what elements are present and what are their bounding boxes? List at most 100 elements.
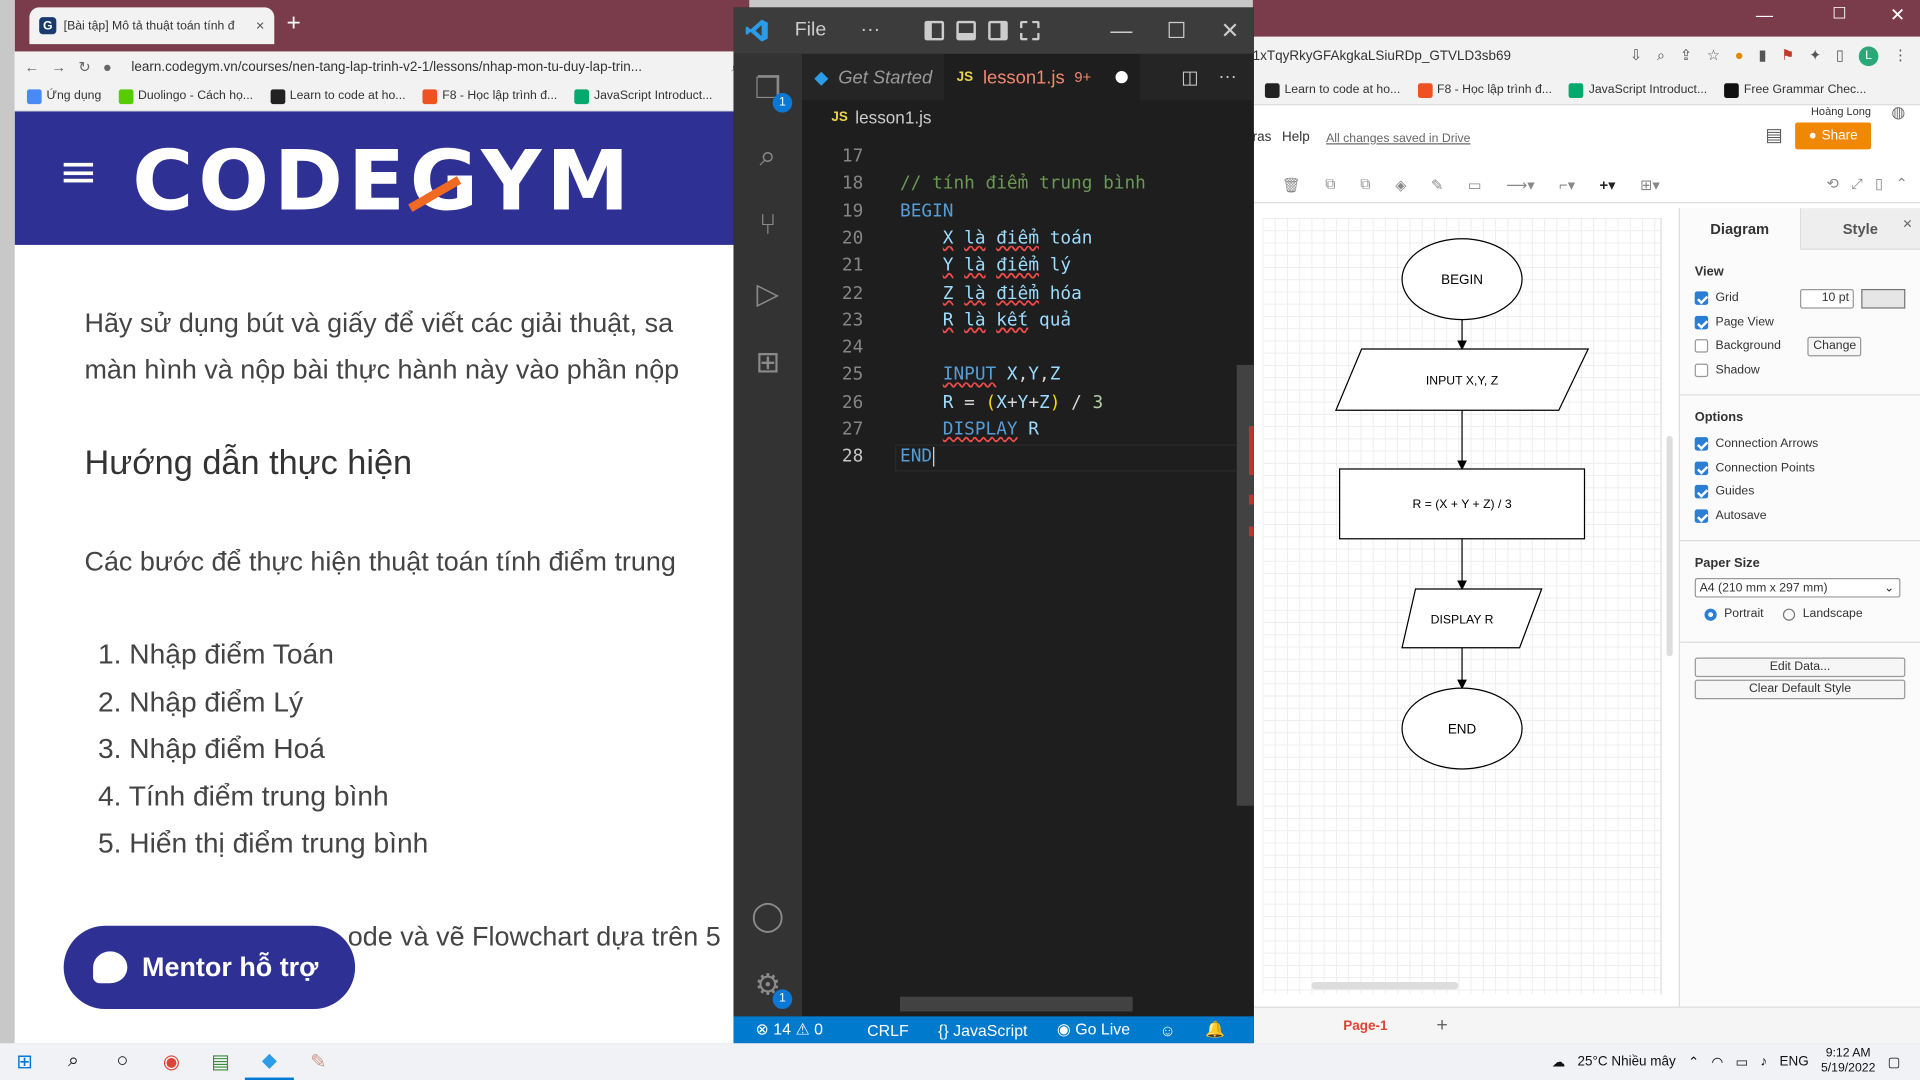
hamburger-menu-icon[interactable] — [63, 162, 94, 183]
go-live-status[interactable]: ◉ Go Live — [1057, 1020, 1130, 1040]
bookmark-apps[interactable]: Ứng dụng — [26, 88, 101, 104]
more-actions-icon[interactable]: ··· — [1218, 66, 1236, 88]
maximize-icon[interactable]: ☐ — [1167, 18, 1187, 44]
edit-data-button[interactable]: Edit Data... — [1694, 656, 1906, 677]
autosave-checkbox[interactable] — [1694, 509, 1709, 523]
browser-tab-codegym[interactable]: G [Bài tập] Mô tả thuật toán tính đ × — [29, 7, 275, 45]
guides-checkbox[interactable] — [1694, 485, 1709, 499]
paint-taskbar-icon[interactable]: ✎ — [294, 1043, 343, 1080]
explorer-icon[interactable]: ❐ 1 — [751, 71, 793, 113]
table-icon[interactable]: ⊞▾ — [1640, 176, 1660, 193]
battery-icon[interactable]: ▭ — [1736, 1054, 1749, 1070]
panel-close-icon[interactable]: ✕ — [1902, 218, 1912, 231]
breadcrumb[interactable]: JS lesson1.js — [802, 103, 931, 132]
codegym-logo[interactable]: CODEGYM — [132, 133, 634, 230]
bookmark-duolingo[interactable]: Duolingo - Cách họ... — [118, 88, 253, 104]
weather-status[interactable]: 25°C Nhiều mây — [1578, 1054, 1676, 1069]
bookmark-f8[interactable]: F8 - Học lập trình đ... — [1417, 82, 1552, 98]
close-icon[interactable]: ✕ — [1221, 18, 1239, 44]
code-line[interactable]: DISPLAY R — [900, 420, 1039, 440]
add-page-button[interactable]: + — [1436, 1014, 1447, 1036]
tab-diagram[interactable]: Diagram — [1680, 208, 1801, 250]
connection-arrows-checkbox[interactable] — [1694, 437, 1709, 451]
extensions-puzzle-icon[interactable]: ✦ — [1809, 47, 1821, 67]
windows-start-icon[interactable]: ⊞ — [0, 1043, 49, 1080]
url-field[interactable]: 1xTqyRkyGFAkgkaLSiuRDp_GTVLD3sb69 — [1253, 49, 1511, 64]
delete-icon[interactable]: 🗑 — [1282, 176, 1301, 193]
forward-icon[interactable]: → — [51, 58, 66, 75]
editor-vscrollbar[interactable] — [1236, 132, 1254, 1017]
maximize-icon[interactable]: ☐ — [1832, 4, 1846, 24]
code-line[interactable]: BEGIN — [900, 202, 953, 222]
mentor-support-button[interactable]: Mentor hỗ trợ — [63, 925, 356, 1009]
eol-status[interactable]: CRLF — [867, 1021, 909, 1039]
grid-option[interactable]: Grid 10 pt — [1694, 287, 1906, 311]
bookmark-javascript[interactable]: JavaScript Introduct... — [1569, 82, 1707, 98]
breadcrumb-file[interactable]: lesson1.js — [855, 108, 931, 128]
bookmark-grammar[interactable]: Free Grammar Chec... — [1724, 82, 1866, 98]
extension-icon[interactable]: ▮ — [1758, 47, 1766, 67]
canvas-vscrollbar[interactable] — [1666, 435, 1673, 657]
split-editor-icon[interactable]: ◫ — [1181, 66, 1198, 88]
globe-icon[interactable]: ◍ — [1891, 103, 1905, 123]
fill-color-icon[interactable]: ◈ — [1395, 176, 1406, 193]
menu-extras[interactable]: ras — [1253, 130, 1272, 145]
vscode-taskbar-icon[interactable]: ◆ — [244, 1043, 294, 1080]
share-page-icon[interactable]: ⇪ — [1680, 47, 1692, 67]
clear-default-style-button[interactable]: Clear Default Style — [1694, 678, 1906, 699]
chrome-taskbar-icon[interactable]: ◉ — [147, 1043, 196, 1080]
bookmark-learn-to-code[interactable]: Learn to code at ho... — [270, 88, 406, 104]
code-line[interactable]: R = (X+Y+Z) / 3 — [900, 393, 1103, 413]
notifications-bell-icon[interactable]: 🔔 — [1205, 1020, 1225, 1040]
search-icon[interactable]: ⌕ — [49, 1043, 98, 1080]
line-color-icon[interactable]: ✎ — [1431, 176, 1443, 193]
save-status[interactable]: All changes saved in Drive — [1326, 132, 1470, 145]
tab-get-started[interactable]: ◆ Get Started — [802, 54, 944, 101]
code-line[interactable]: X là điểm toán — [900, 229, 1093, 249]
tab-close-icon[interactable]: × — [256, 17, 265, 34]
problems-status[interactable]: ⊗ 14 ⚠ 0 — [756, 1020, 824, 1040]
back-icon[interactable]: ← — [24, 58, 39, 75]
install-icon[interactable]: ⇩ — [1630, 47, 1642, 67]
network-icon[interactable]: ◠ — [1712, 1054, 1724, 1070]
paper-size-select[interactable]: A4 (210 mm x 297 mm) ⌄ — [1694, 577, 1901, 598]
diagram-canvas[interactable]: BEGIN INPUT X,Y, Z R = (X + Y + Z) / 3 D… — [1262, 217, 1662, 995]
unsaved-dot-icon[interactable] — [1115, 71, 1128, 84]
minimize-icon[interactable]: — — [1756, 5, 1773, 25]
code-line[interactable]: END — [900, 447, 935, 467]
insert-icon[interactable]: +▾ — [1600, 176, 1616, 193]
code-line[interactable]: // tính điểm trung bình — [900, 174, 1146, 194]
change-background-button[interactable]: Change — [1807, 336, 1862, 357]
cortana-icon[interactable]: ○ — [98, 1043, 147, 1080]
search-icon[interactable]: ⌕ — [751, 140, 785, 174]
bookmark-f8[interactable]: F8 - Học lập trình đ... — [422, 88, 557, 104]
landscape-radio[interactable] — [1783, 608, 1796, 621]
grid-checkbox[interactable] — [1694, 291, 1709, 306]
code-line[interactable]: INPUT X,Y,Z — [900, 365, 1061, 385]
background-checkbox[interactable] — [1694, 339, 1709, 353]
autosave-option[interactable]: Autosave — [1694, 504, 1906, 528]
grid-size-input[interactable]: 10 pt — [1800, 288, 1854, 309]
share-button[interactable]: ● Share — [1795, 122, 1872, 150]
portrait-radio[interactable] — [1704, 608, 1717, 621]
shadow-checkbox[interactable] — [1694, 363, 1709, 377]
notepad-taskbar-icon[interactable]: ▤ — [196, 1043, 245, 1080]
user-name[interactable]: Hoàng Long — [1811, 105, 1871, 117]
manage-gear-icon[interactable]: ⚙ 1 — [751, 967, 793, 1009]
chevron-up-icon[interactable]: ⌃ — [1688, 1054, 1699, 1070]
shadow-option[interactable]: Shadow — [1694, 358, 1906, 382]
to-front-icon[interactable]: ⧉ — [1325, 175, 1336, 193]
bookmark-learn-to-code[interactable]: Learn to code at ho... — [1264, 82, 1400, 98]
extension-icon[interactable]: ● — [1735, 47, 1744, 67]
extension-icon[interactable]: ⚑ — [1781, 47, 1794, 67]
fullscreen-icon[interactable]: ⤢ — [1851, 175, 1863, 193]
code-line[interactable]: Z là điểm hóa — [900, 283, 1082, 303]
page-tab-1[interactable]: Page-1 — [1343, 1018, 1387, 1033]
feedback-icon[interactable]: ☺ — [1159, 1021, 1175, 1039]
guides-option[interactable]: Guides — [1694, 480, 1906, 504]
connection-icon[interactable]: ⟶▾ — [1506, 176, 1534, 193]
menu-more[interactable]: ··· — [861, 20, 881, 42]
language-indicator[interactable]: ENG — [1780, 1054, 1809, 1069]
notification-center-icon[interactable]: ▢ — [1888, 1054, 1901, 1070]
to-back-icon[interactable]: ⧉ — [1360, 175, 1371, 193]
